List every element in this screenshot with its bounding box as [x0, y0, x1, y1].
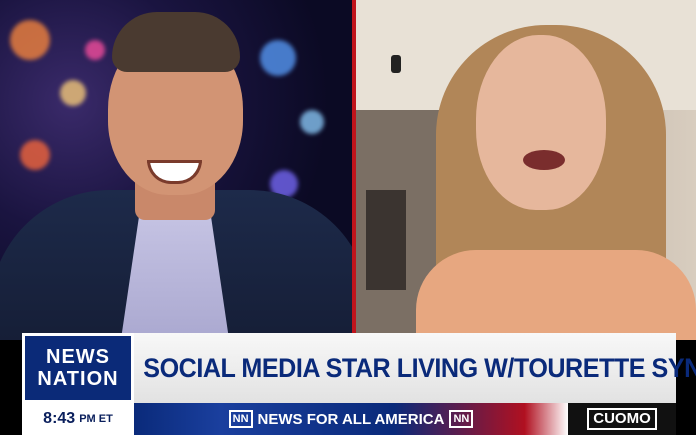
network-logo: NEWS NATION: [22, 333, 134, 403]
headline-banner: SOCIAL MEDIA STAR LIVING W/TOURETTE SYND…: [134, 333, 696, 403]
ticker-bar: NN NEWS FOR ALL AMERICA NN: [134, 403, 568, 435]
anchor-hair: [112, 12, 240, 72]
guest-shirt: [416, 250, 696, 340]
headline-text: SOCIAL MEDIA STAR LIVING W/TOURETTE SYND…: [143, 352, 696, 383]
lower-third-graphic: NEWS NATION SOCIAL MEDIA STAR LIVING W/T…: [22, 333, 696, 435]
guest-video-panel: [356, 0, 696, 340]
nn-badge-right-icon: NN: [449, 410, 474, 428]
broadcast-frame: NEWS NATION SOCIAL MEDIA STAR LIVING W/T…: [0, 0, 696, 435]
guest-face: [476, 35, 606, 210]
room-door: [366, 190, 406, 290]
show-name-box: CUOMO: [568, 403, 676, 435]
show-name: CUOMO: [587, 408, 657, 430]
time-value: 8:43: [43, 410, 76, 427]
logo-line-2: NATION: [37, 368, 119, 390]
guest-mouth: [523, 150, 565, 170]
nn-badge-left-icon: NN: [228, 410, 253, 428]
ceiling-light: [391, 55, 401, 73]
time-display: 8:43 PM ET: [22, 403, 134, 435]
anchor-video-panel: [0, 0, 352, 340]
logo-line-1: NEWS: [46, 346, 110, 368]
ticker-text: NEWS FOR ALL AMERICA: [257, 410, 445, 428]
time-suffix: PM ET: [79, 413, 113, 425]
